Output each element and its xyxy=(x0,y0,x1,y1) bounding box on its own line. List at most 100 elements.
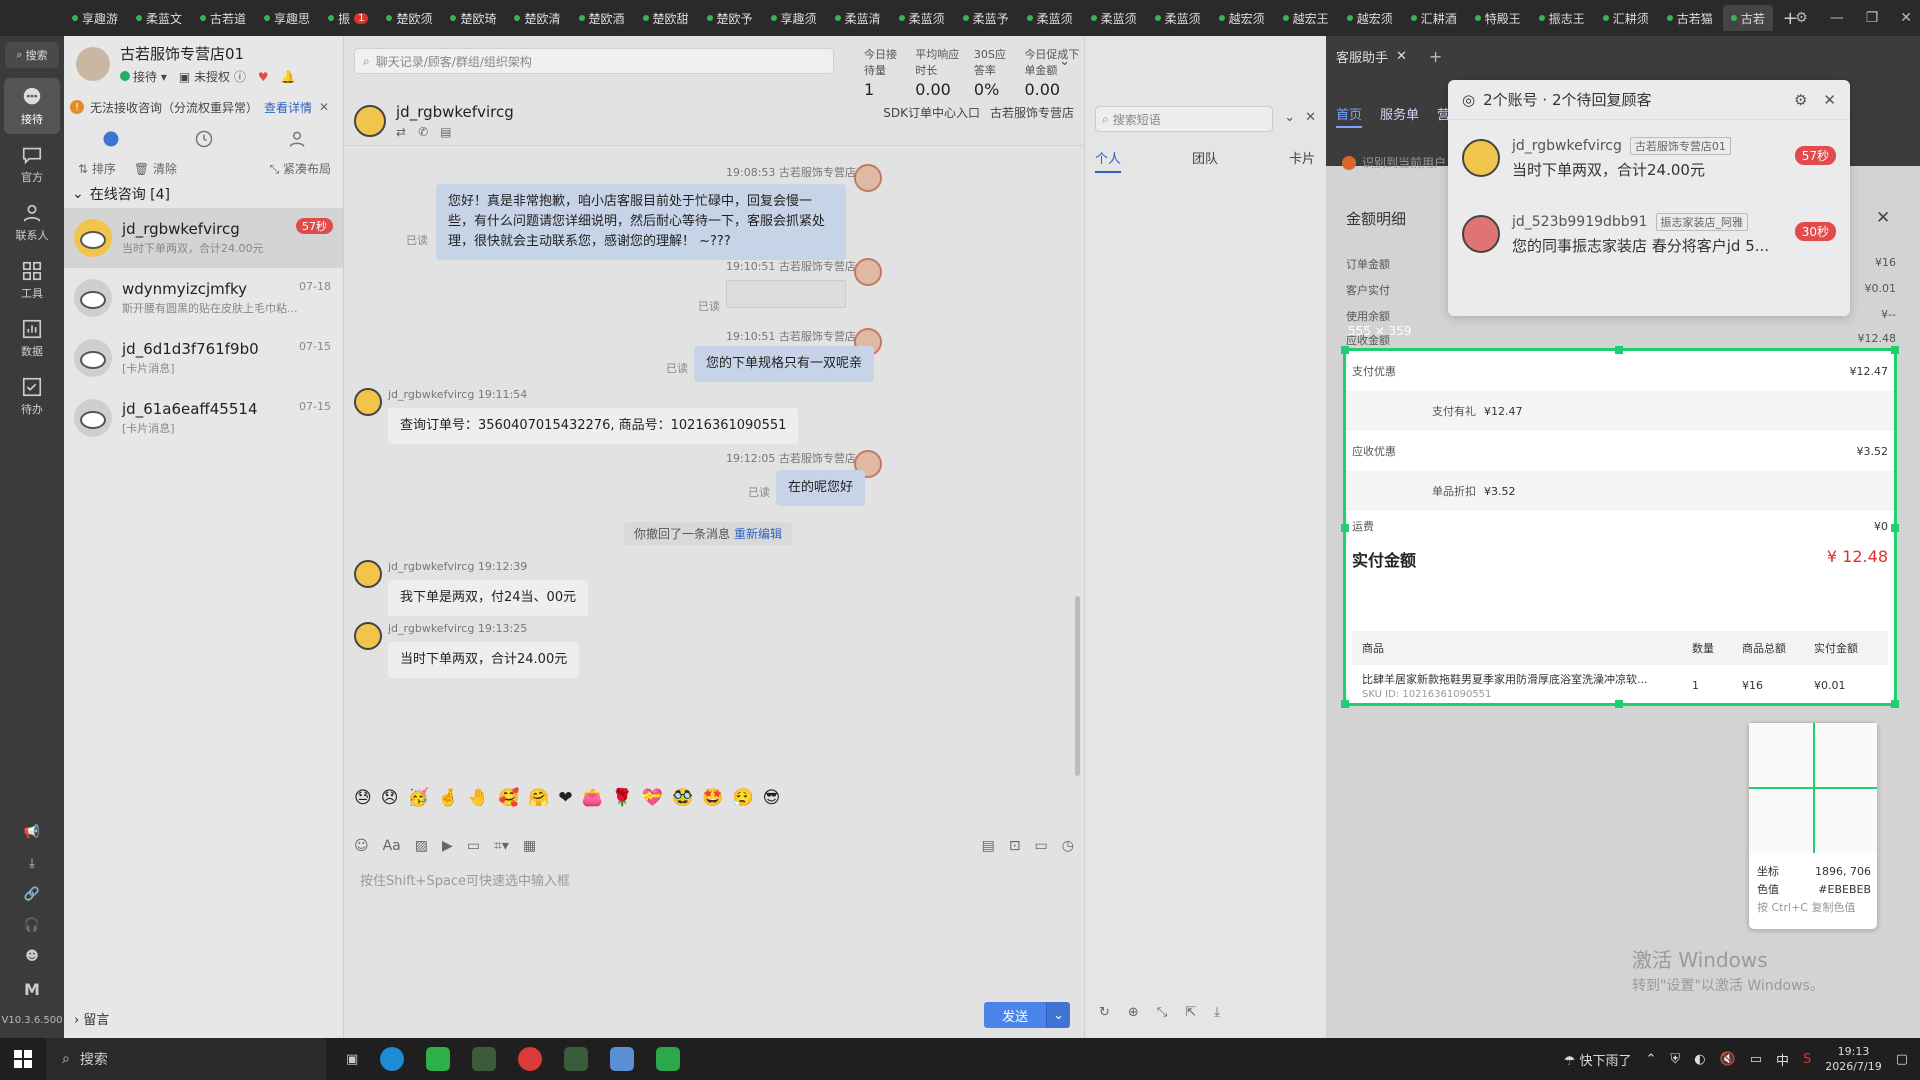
group-icon[interactable] xyxy=(287,129,307,149)
resize-handle[interactable] xyxy=(1891,524,1899,532)
note-icon[interactable]: ▤ xyxy=(440,125,451,139)
nav-home[interactable]: 首页 xyxy=(1336,104,1363,128)
settings-icon[interactable]: ⚙ xyxy=(1794,91,1807,109)
leave-message-item[interactable]: › 留言 xyxy=(74,1009,109,1028)
maximize-icon[interactable]: ❐ xyxy=(1866,10,1879,26)
monitor-icon[interactable]: ▭ xyxy=(1750,1052,1762,1067)
re-edit-link[interactable]: 重新编辑 xyxy=(734,527,782,541)
video-icon[interactable]: ▶ xyxy=(442,838,453,854)
nav-service-order[interactable]: 服务单 xyxy=(1380,104,1419,128)
emoji-item[interactable]: 😓 xyxy=(354,788,372,808)
rail-search-button[interactable]: ⌕ 搜索 xyxy=(5,42,59,68)
megaphone-icon[interactable]: 📢 xyxy=(24,825,40,840)
resize-handle[interactable] xyxy=(1615,346,1623,354)
heart-icon[interactable]: ♥ xyxy=(258,70,269,84)
online-group-header[interactable]: ⌄ 在线咨询 [4] xyxy=(64,180,343,208)
bell-icon[interactable]: 🔔 xyxy=(281,70,296,84)
tab-shop[interactable]: 振志王 xyxy=(1531,5,1593,31)
tab-shop[interactable]: 楚欧予 xyxy=(699,5,761,31)
add-tab-icon[interactable]: + xyxy=(1429,47,1442,66)
emoji-item[interactable]: ❤ xyxy=(558,788,572,808)
app-icon[interactable] xyxy=(518,1047,543,1071)
tab-shop[interactable]: 享趣游 xyxy=(64,5,126,31)
sort-button[interactable]: ⇅ 排序 xyxy=(78,160,116,177)
network-icon[interactable]: ◐ xyxy=(1694,1052,1705,1067)
tab-shop[interactable]: 柔蓝文 xyxy=(128,5,190,31)
sdk-order-link[interactable]: SDK订单中心入口 xyxy=(883,104,980,121)
link-icon[interactable]: 🔗 xyxy=(24,887,40,902)
edge-icon[interactable] xyxy=(380,1047,405,1071)
refresh-icon[interactable]: ↻ xyxy=(1099,1005,1110,1020)
resize-handle[interactable] xyxy=(1341,524,1349,532)
history-icon[interactable]: ◷ xyxy=(1062,838,1074,854)
tab-team[interactable]: 团队 xyxy=(1192,148,1218,173)
resize-handle[interactable] xyxy=(1341,346,1349,354)
emoji-item[interactable]: 💝 xyxy=(642,788,663,808)
task-view-icon[interactable]: ▣ xyxy=(346,1052,358,1067)
chat-search-input[interactable]: ⌕ 聊天记录/顾客/群组/组织架构 xyxy=(354,48,834,74)
compact-layout-button[interactable]: ⤡ 紧凑布局 xyxy=(270,160,331,177)
download-icon[interactable]: ⤓ xyxy=(1214,1005,1220,1020)
emoji-item[interactable]: 🤚 xyxy=(468,788,489,808)
headset-icon[interactable]: 🎧 xyxy=(24,918,40,933)
windows-start-icon[interactable] xyxy=(0,1050,46,1068)
settings-icon[interactable]: ⚙ xyxy=(1795,10,1808,26)
tab-shop[interactable]: 汇耕须 xyxy=(1595,5,1657,31)
quick-search-input[interactable]: ⌕ 搜索短语 xyxy=(1095,106,1273,132)
tab-shop[interactable]: 柔蓝须 xyxy=(1147,5,1209,31)
session-item[interactable]: wdynmyizcjmfky 斯开腰有圆黑的贴在皮肤上毛巾粘... 07-18 xyxy=(64,268,343,328)
notification-icon[interactable]: ▢ xyxy=(1896,1052,1908,1067)
tab-shop[interactable]: 越宏须 xyxy=(1339,5,1401,31)
phone-icon[interactable]: ✆ xyxy=(418,125,428,139)
add-icon[interactable]: ⊕ xyxy=(1128,1005,1139,1020)
export-icon[interactable]: ⇱ xyxy=(1185,1005,1196,1020)
folder-icon[interactable]: ▭ xyxy=(467,838,480,854)
table-icon[interactable]: ▦ xyxy=(523,838,536,854)
jd-service-icon[interactable] xyxy=(610,1047,635,1071)
emoji-item[interactable]: 🥰 xyxy=(498,788,519,808)
tab-shop[interactable]: 柔蓝清 xyxy=(827,5,889,31)
clock-icon[interactable] xyxy=(194,129,214,149)
tab-personal[interactable]: 个人 xyxy=(1095,148,1122,173)
rail-item-reception[interactable]: 接待 xyxy=(4,78,60,134)
tab-shop[interactable]: 越宏王 xyxy=(1275,5,1337,31)
emoji-item[interactable]: 🤞 xyxy=(438,788,459,808)
wechat-icon[interactable] xyxy=(426,1047,451,1071)
clock[interactable]: 19:13 2026/7/19 xyxy=(1825,1044,1881,1074)
rail-item-contacts[interactable]: 联系人 xyxy=(4,194,60,250)
bag-icon[interactable]: ⊡ xyxy=(1009,838,1021,854)
message-input[interactable]: 按住Shift+Space可快速选中输入框 xyxy=(360,870,570,889)
tab-shop[interactable]: 汇耕酒 xyxy=(1403,5,1465,31)
close-icon[interactable]: ✕ xyxy=(1396,49,1407,64)
tab-shop[interactable]: 柔蓝须 xyxy=(1083,5,1145,31)
comment-icon[interactable]: ▭ xyxy=(1035,838,1048,854)
tab-shop[interactable]: 楚欧酒 xyxy=(571,5,633,31)
send-button[interactable]: 发送 xyxy=(984,1002,1047,1028)
resize-handle[interactable] xyxy=(1615,700,1623,708)
transfer-icon[interactable]: ⇄ xyxy=(396,125,406,139)
rail-item-todo[interactable]: 待办 xyxy=(4,368,60,424)
tab-shop[interactable]: 享趣须 xyxy=(763,5,825,31)
tab-shop[interactable]: 越宏须 xyxy=(1211,5,1273,31)
app-icon[interactable] xyxy=(564,1047,589,1071)
emoji-item[interactable]: 😮‍💨 xyxy=(732,788,753,808)
shop-header[interactable]: 古若服饰专营店01 接待 ▾ ▣ 未授权 ⓘ ♥ 🔔 xyxy=(64,36,343,92)
ime-indicator[interactable]: 中 xyxy=(1776,1050,1789,1069)
robot-icon[interactable]: ☻ xyxy=(25,949,39,964)
reception-status[interactable]: 接待 ▾ xyxy=(120,68,167,85)
clear-button[interactable]: 🗑 清除 xyxy=(134,160,177,177)
order-icon[interactable]: ▤ xyxy=(982,838,995,854)
tab-shop[interactable]: 楚欧甜 xyxy=(635,5,697,31)
session-item[interactable]: jd_rgbwkefvircg 当时下单两双，合计24.00元 57秒 xyxy=(64,208,343,268)
tab-shop[interactable]: 楚欧须 xyxy=(378,5,440,31)
shield-icon[interactable]: ⛨ xyxy=(1670,1052,1680,1067)
close-icon[interactable]: ✕ xyxy=(1900,10,1912,26)
emoji-item[interactable]: 🤗 xyxy=(528,788,549,808)
collapse-icon[interactable]: ⤡ xyxy=(1157,1005,1167,1020)
tab-shop[interactable]: 古若道 xyxy=(192,5,254,31)
chat-scrollbar[interactable] xyxy=(1075,596,1080,776)
image-icon[interactable]: ▨ xyxy=(415,838,428,854)
minimize-icon[interactable]: — xyxy=(1830,10,1844,26)
image-message[interactable] xyxy=(726,280,846,308)
session-item[interactable]: jd_6d1d3f761f9b0 [卡片消息] 07-15 xyxy=(64,328,343,388)
